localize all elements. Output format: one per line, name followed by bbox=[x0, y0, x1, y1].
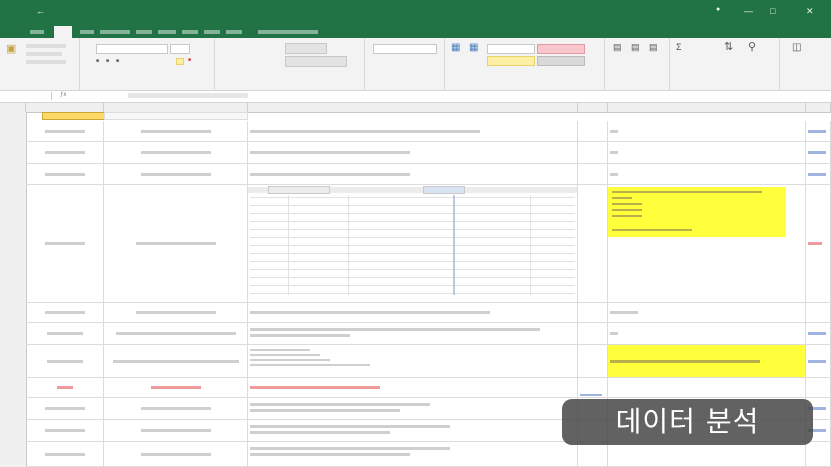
table-row[interactable] bbox=[26, 378, 831, 398]
column-header[interactable] bbox=[578, 103, 608, 112]
underline-icon[interactable]: ■ bbox=[116, 58, 119, 64]
close-icon[interactable]: ✕ bbox=[806, 6, 814, 17]
find-select-icon[interactable]: ⚲ bbox=[748, 40, 756, 53]
insert-cells-icon[interactable]: ▤ bbox=[613, 42, 622, 53]
tab-file[interactable] bbox=[30, 30, 44, 34]
cells-group: ▤ ▤ ▤ bbox=[605, 38, 670, 90]
tab-data[interactable] bbox=[158, 30, 176, 34]
fill-color-icon[interactable] bbox=[176, 58, 184, 65]
style-normal[interactable] bbox=[487, 44, 535, 54]
styles-group: ▦ ▦ bbox=[445, 38, 605, 90]
name-box[interactable] bbox=[0, 92, 52, 100]
back-arrow-icon[interactable]: ← bbox=[36, 6, 45, 16]
tab-help[interactable] bbox=[226, 30, 242, 34]
style-neutral[interactable] bbox=[487, 56, 535, 66]
font-group: ■ ■ ■ ■ bbox=[80, 38, 215, 90]
style-good[interactable] bbox=[537, 56, 585, 66]
highlight-note bbox=[608, 345, 806, 377]
column-header[interactable] bbox=[806, 103, 831, 112]
tab-formulas[interactable] bbox=[136, 30, 152, 34]
tab-review[interactable] bbox=[182, 30, 198, 34]
formula-input[interactable] bbox=[128, 93, 248, 98]
table-row[interactable] bbox=[26, 164, 831, 185]
tab-page-layout[interactable] bbox=[100, 30, 130, 34]
title-bar: ← ● — □ ✕ bbox=[0, 0, 831, 26]
fx-icon[interactable]: ƒx bbox=[60, 92, 66, 98]
autosum-icon[interactable]: Σ bbox=[676, 42, 682, 52]
cut-button[interactable] bbox=[26, 44, 66, 48]
font-size-select[interactable] bbox=[170, 44, 190, 54]
alignment-group bbox=[215, 38, 365, 90]
merge-center-button[interactable] bbox=[285, 56, 347, 67]
header-cell[interactable] bbox=[104, 112, 248, 120]
format-as-table-icon[interactable]: ▦ bbox=[469, 42, 478, 53]
wrap-text-button[interactable] bbox=[285, 43, 327, 54]
italic-icon[interactable]: ■ bbox=[106, 58, 109, 64]
number-group bbox=[365, 38, 445, 90]
account-icon[interactable]: ● bbox=[716, 6, 720, 13]
format-cells-icon[interactable]: ▤ bbox=[649, 42, 658, 53]
font-name-select[interactable] bbox=[96, 44, 168, 54]
subtitle-caption: 데이터 분석 bbox=[562, 399, 813, 445]
delete-cells-icon[interactable]: ▤ bbox=[631, 42, 640, 53]
restore-icon[interactable]: □ bbox=[770, 6, 775, 16]
minimize-icon[interactable]: — bbox=[744, 6, 753, 16]
tab-insert[interactable] bbox=[80, 30, 94, 34]
table-row[interactable] bbox=[26, 142, 831, 164]
clipboard-group: ▣ bbox=[0, 38, 80, 90]
tell-me-search[interactable] bbox=[258, 30, 318, 34]
style-bad[interactable] bbox=[537, 44, 585, 54]
table-row[interactable] bbox=[26, 442, 831, 467]
number-format-select[interactable] bbox=[373, 44, 437, 54]
ribbon: ▣ ■ ■ ■ ■ ▦ ▦ ▤ ▤ ▤ Σ ⇅ ⚲ ◫ bbox=[0, 38, 831, 91]
tab-view[interactable] bbox=[204, 30, 220, 34]
column-header[interactable] bbox=[26, 103, 104, 112]
formula-bar: ƒx bbox=[0, 91, 831, 103]
addins-icon[interactable]: ◫ bbox=[792, 42, 801, 53]
font-color-icon[interactable]: ■ bbox=[188, 57, 191, 63]
sort-filter-icon[interactable]: ⇅ bbox=[724, 40, 733, 53]
sub-table bbox=[248, 185, 578, 302]
format-painter-button[interactable] bbox=[26, 60, 66, 64]
table-row[interactable] bbox=[26, 345, 831, 378]
conditional-formatting-icon[interactable]: ▦ bbox=[451, 42, 460, 53]
paste-icon[interactable]: ▣ bbox=[6, 42, 16, 55]
table-row[interactable] bbox=[26, 303, 831, 323]
column-header[interactable] bbox=[248, 103, 578, 112]
column-header[interactable] bbox=[104, 103, 248, 112]
row-headers bbox=[0, 112, 27, 467]
editing-group: Σ ⇅ ⚲ bbox=[670, 38, 780, 90]
table-row[interactable] bbox=[26, 185, 831, 303]
ribbon-tabs bbox=[0, 26, 831, 38]
select-all-corner[interactable] bbox=[0, 103, 26, 112]
table-row[interactable] bbox=[26, 121, 831, 142]
column-header[interactable] bbox=[608, 103, 806, 112]
copy-button[interactable] bbox=[26, 52, 62, 56]
tab-home[interactable] bbox=[54, 26, 72, 38]
bold-icon[interactable]: ■ bbox=[96, 58, 99, 64]
addins-group: ◫ bbox=[780, 38, 831, 90]
table-row[interactable] bbox=[26, 323, 831, 345]
